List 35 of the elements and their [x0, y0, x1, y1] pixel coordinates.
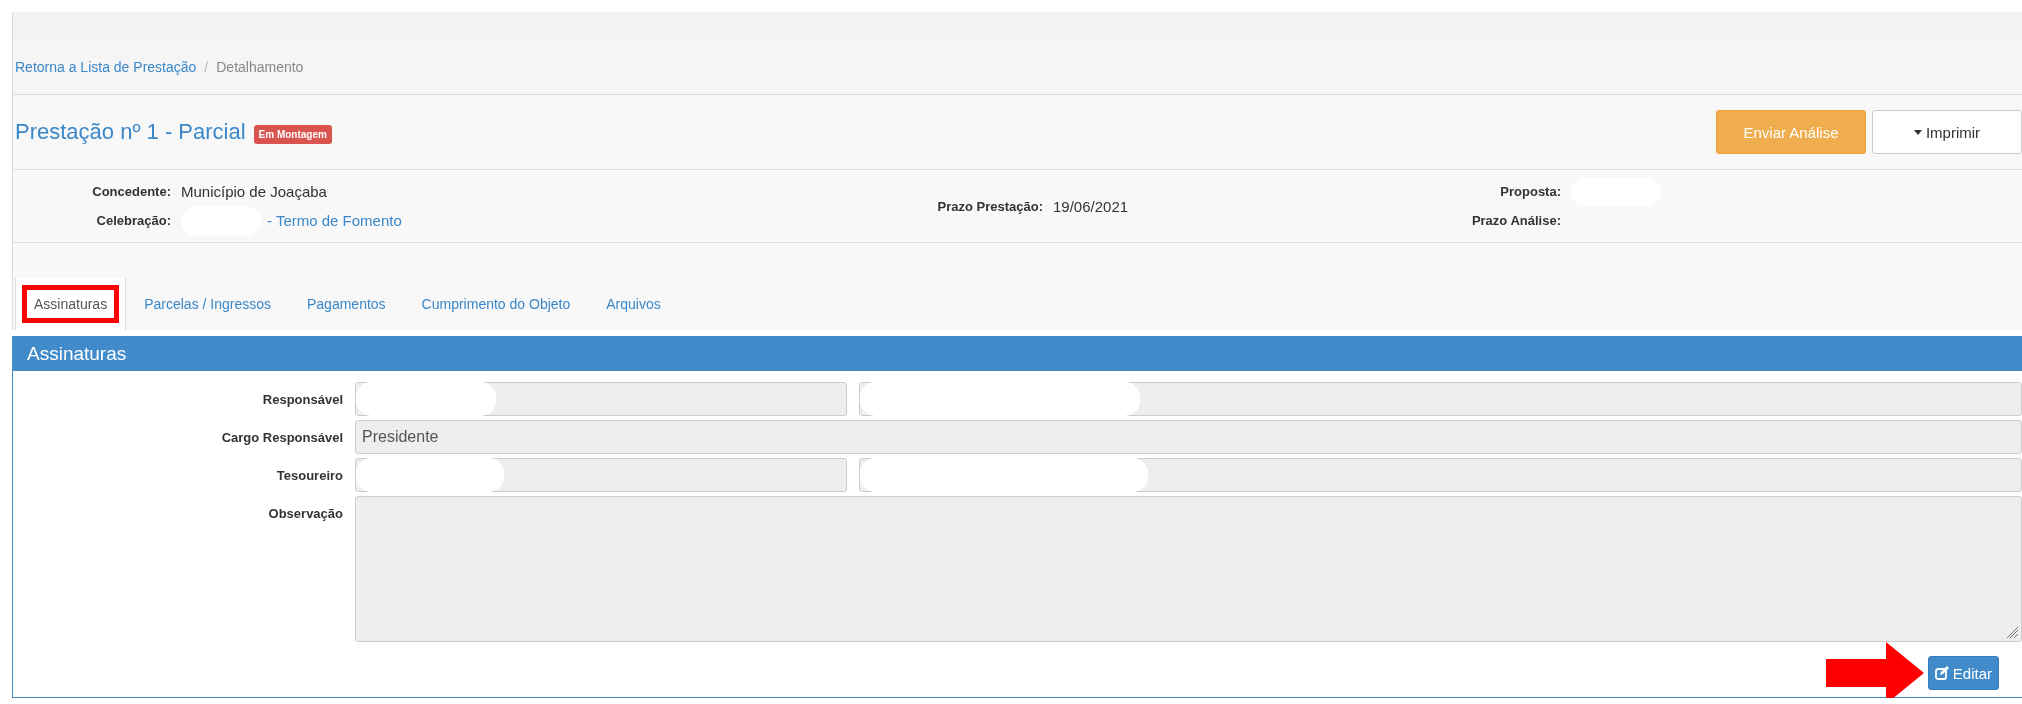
field-label: Cargo Responsável — [220, 429, 343, 445]
input-field[interactable] — [355, 458, 847, 492]
info-value: 19/06/2021 — [1053, 197, 1129, 215]
panel-title: Assinaturas — [13, 337, 2022, 371]
info-value: Município de Joaçaba — [181, 183, 327, 200]
page-title: Prestação nº 1 - Parcial — [15, 119, 246, 145]
breadcrumb-separator: / — [204, 59, 209, 75]
resize-grip-icon — [2007, 627, 2019, 639]
input-field[interactable] — [355, 382, 847, 416]
field-label: Tesoureiro — [275, 467, 343, 483]
breadcrumb-link[interactable]: Retorna a Lista de Prestação — [15, 59, 197, 75]
edit-button[interactable]: Editar — [1927, 656, 1999, 690]
edit-icon — [1934, 666, 1949, 680]
tab[interactable]: Assinaturas — [15, 278, 127, 330]
input-field[interactable] — [859, 458, 2022, 492]
status-badge: Em Montagem — [253, 124, 332, 144]
tab[interactable]: Cumprimento do Objeto — [403, 278, 589, 330]
info-link[interactable]: - Termo de Fomento — [267, 212, 402, 229]
field-label: Responsável — [261, 391, 343, 407]
print-dropdown-button[interactable]: Imprimir — [1872, 110, 2022, 154]
input-field[interactable]: Presidente — [355, 420, 2022, 454]
tab[interactable]: Pagamentos — [289, 278, 404, 330]
info-label: Proposta: — [1499, 184, 1562, 199]
input-field[interactable] — [859, 382, 2022, 416]
send-analysis-button[interactable]: Enviar Análise — [1716, 110, 1866, 154]
info-label: Concedente: — [91, 184, 172, 199]
breadcrumb-current: Detalhamento — [216, 59, 304, 75]
caret-icon — [1913, 129, 1922, 135]
tab[interactable]: Arquivos — [588, 278, 679, 330]
info-label: Prazo Prestação: — [936, 198, 1044, 214]
info-label: Prazo Análise: — [1470, 213, 1562, 228]
tab[interactable]: Parcelas / Ingressos — [126, 278, 289, 330]
info-label: Celebração: — [95, 213, 172, 228]
textarea-field[interactable] — [355, 496, 2022, 642]
field-label: Observação — [267, 505, 343, 521]
